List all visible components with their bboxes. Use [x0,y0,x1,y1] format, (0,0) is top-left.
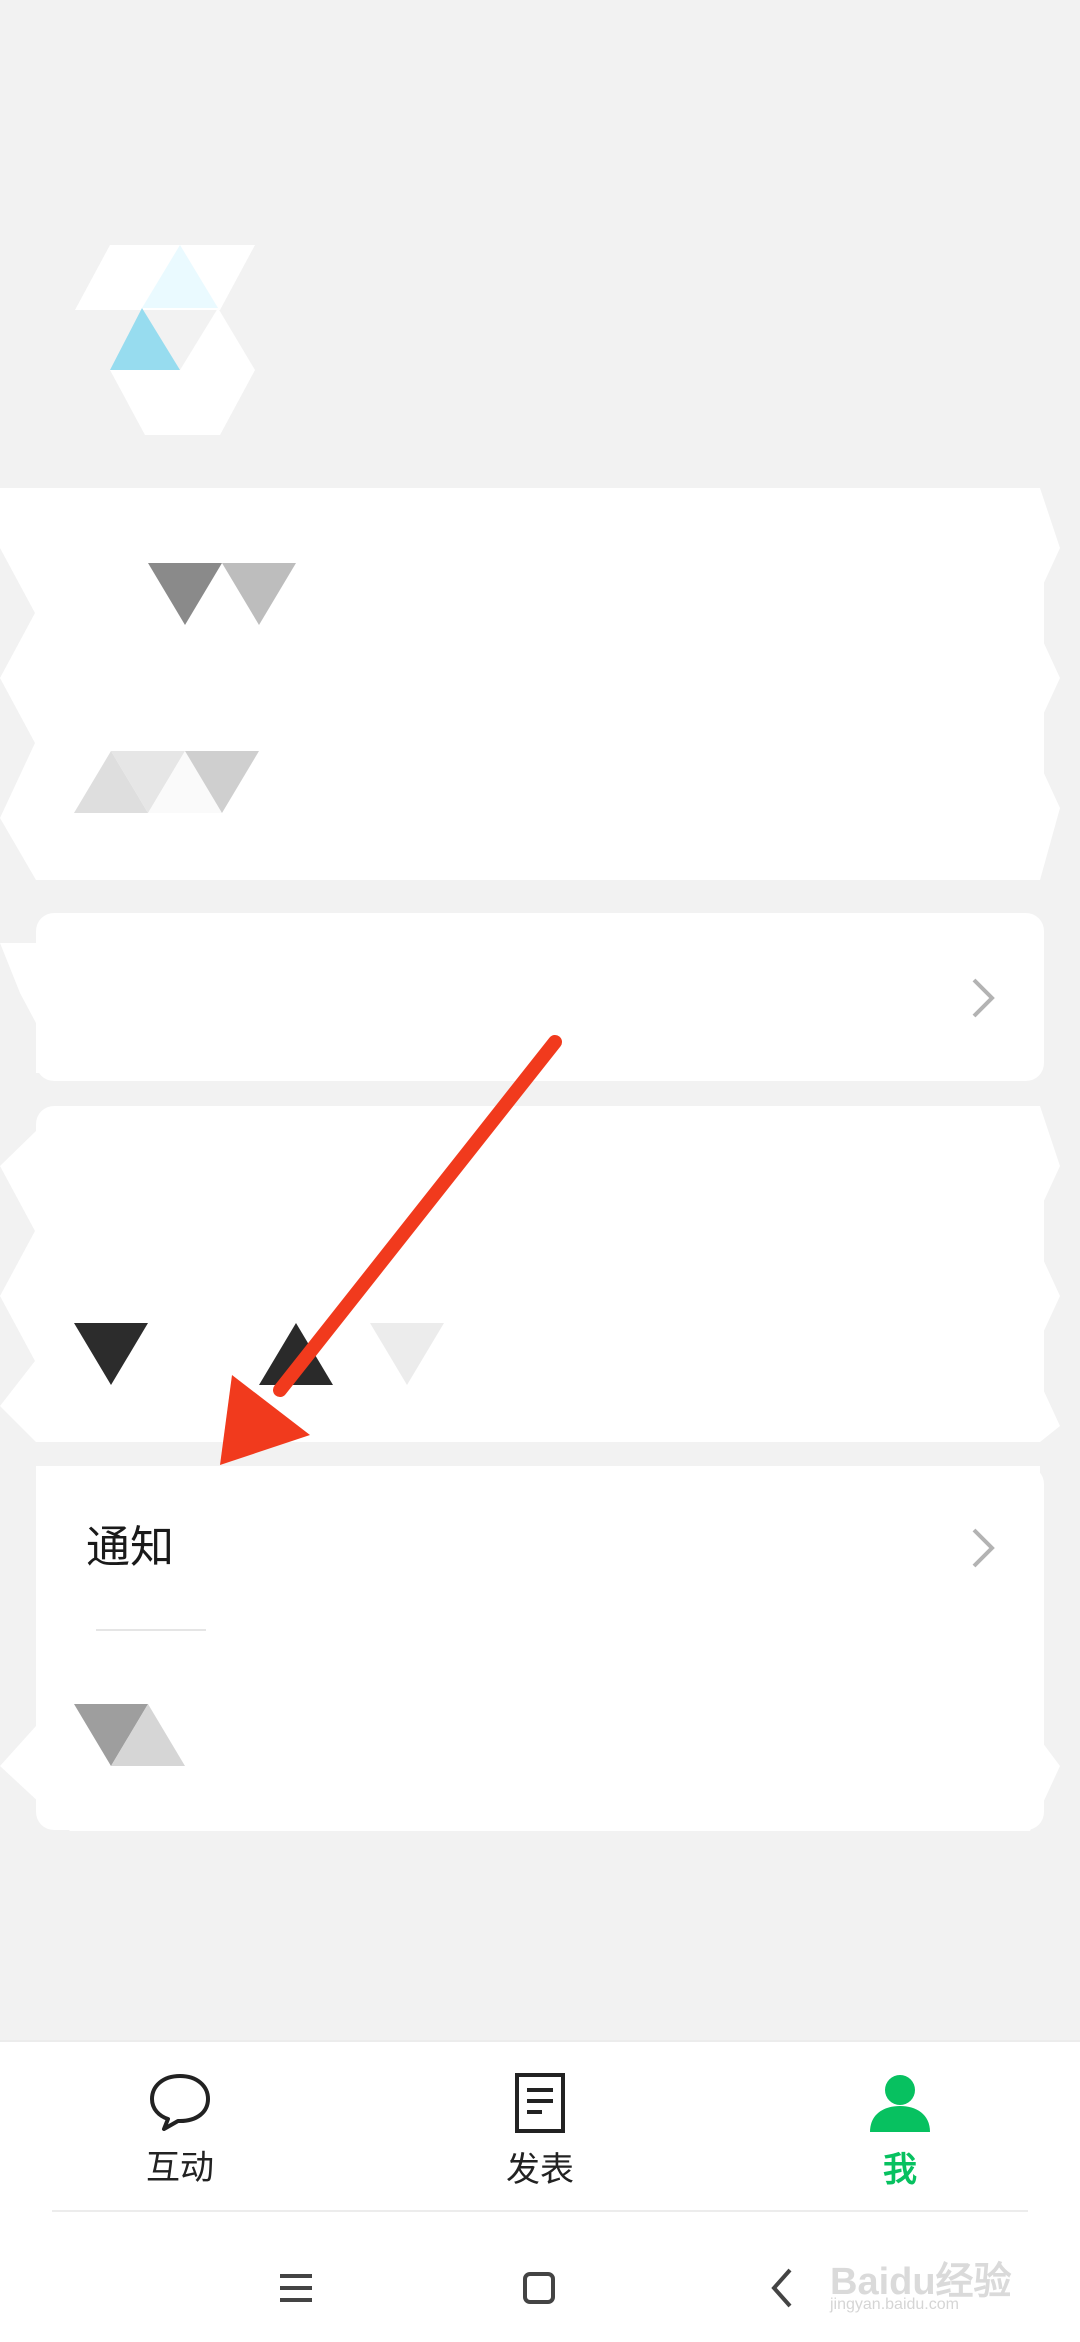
tab-label: 发表 [506,2150,574,2190]
tab-label: 我 [883,2150,917,2190]
chevron-right-icon [972,1528,995,1568]
notification-label: 通知 [86,1522,174,1573]
chat-bubble-icon [150,2074,210,2131]
tab-publish[interactable]: 发表 [440,2072,640,2222]
person-icon [870,2075,930,2132]
home-square-icon[interactable] [500,2250,580,2330]
tab-label: 互动 [146,2148,214,2188]
avatar-triangles [75,245,255,435]
baidu-watermark: Baidu经验 jingyan.baidu.com [830,2240,1030,2320]
tab-interaction[interactable]: 互动 [80,2072,280,2222]
back-chevron-icon[interactable] [744,2250,824,2330]
tab-me[interactable]: 我 [800,2072,1000,2222]
chevron-right-icon [972,978,995,1018]
account-info-mask [0,488,1060,880]
notification-row[interactable]: 通知 [36,1466,1044,1630]
watermark-subtext: jingyan.baidu.com [830,2296,959,2313]
document-icon [515,2073,565,2133]
profile-avatar[interactable] [70,240,260,440]
annotation-arrow [220,1035,562,1465]
nav-divider [52,2210,1028,2212]
menu-icon[interactable] [256,2250,336,2330]
